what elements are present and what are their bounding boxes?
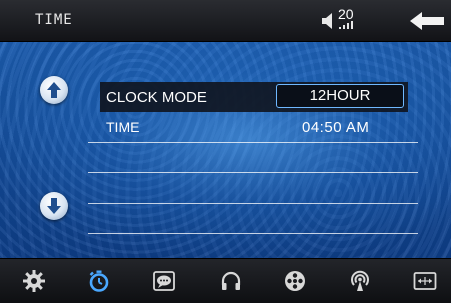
- row-divider: [88, 203, 418, 204]
- back-arrow-icon[interactable]: [410, 12, 444, 30]
- time-label: TIME: [106, 119, 140, 135]
- clock-mode-label: CLOCK MODE: [106, 89, 207, 106]
- scroll-up-button[interactable]: [40, 76, 68, 104]
- chat-bubble-icon[interactable]: [152, 269, 176, 293]
- page-title: TIME: [35, 12, 73, 28]
- headphones-icon[interactable]: [219, 269, 243, 293]
- arrow-down-icon: [47, 198, 61, 214]
- volume-level: 20: [338, 6, 354, 22]
- row-divider: [88, 233, 418, 234]
- clock-mode-row[interactable]: CLOCK MODE 12HOUR: [100, 82, 408, 112]
- arrow-up-icon: [47, 82, 61, 98]
- stopwatch-icon[interactable]: [87, 269, 111, 293]
- time-row[interactable]: TIME 04:50 AM: [100, 114, 408, 144]
- gear-icon[interactable]: [22, 269, 46, 293]
- row-divider: [88, 142, 418, 143]
- bottom-tab-bar: [0, 258, 451, 303]
- broadcast-icon[interactable]: [348, 269, 372, 293]
- clock-mode-value-button[interactable]: 12HOUR: [276, 84, 404, 108]
- main-panel: CLOCK MODE 12HOUR TIME 04:50 AM: [0, 42, 451, 258]
- top-bar: TIME 20: [0, 0, 451, 42]
- scroll-down-button[interactable]: [40, 192, 68, 220]
- film-reel-icon[interactable]: [283, 269, 307, 293]
- row-divider: [88, 172, 418, 173]
- screen-adjust-icon[interactable]: [413, 269, 437, 293]
- time-value: 04:50 AM: [302, 119, 370, 136]
